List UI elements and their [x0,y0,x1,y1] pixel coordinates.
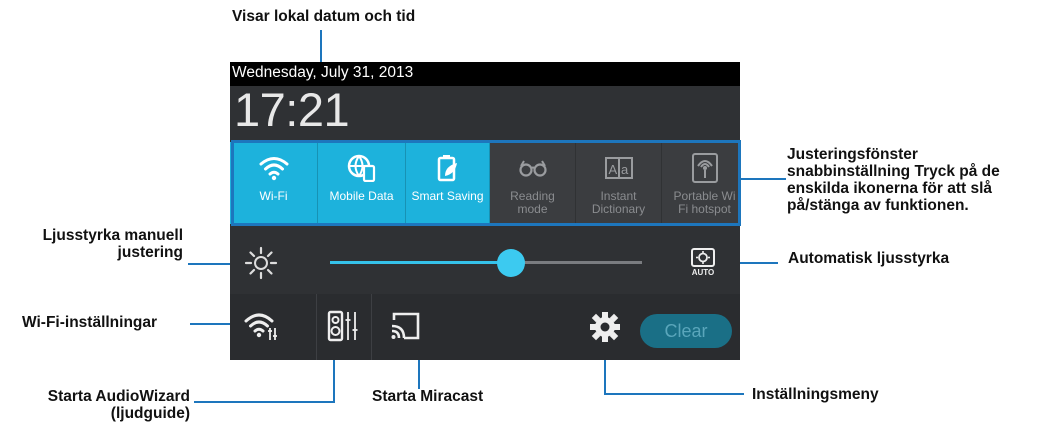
callout-brightness-manual-line1: Ljusstyrka manuell [42,227,183,244]
callout-brightness-manual: Ljusstyrka manuell justering [0,227,183,261]
callout-quick-settings-line2: snabbinställning Tryck på de [787,163,1000,180]
leader-line-quick-settings [738,178,786,180]
brightness-icon [244,246,278,280]
callout-audiowizard-line2: (ljudguide) [110,405,190,422]
miracast-icon [391,312,420,340]
divider [316,294,317,360]
brightness-row: AUTO [230,234,740,292]
callout-quick-settings-line1: Justeringsfönster [787,146,918,163]
wifi-settings-icon [244,313,277,340]
miracast-button[interactable] [388,310,422,344]
callout-quick-settings-line4: på/stänga av funktionen. [787,197,969,214]
leader-line-settings-h [604,393,744,395]
audiowizard-icon [327,310,358,342]
callout-audiowizard: Starta AudioWizard (ljudguide) [0,388,190,422]
audiowizard-button[interactable] [326,308,360,344]
brightness-slider-fill [330,261,511,264]
settings-button[interactable] [588,310,622,344]
date-text: Wednesday, July 31, 2013 [232,64,414,81]
callout-quick-settings-line3: enskilda ikonerna för att slå [787,180,993,197]
auto-brightness-button[interactable]: AUTO [686,246,720,280]
divider [371,294,372,360]
callout-audiowizard-line1: Starta AudioWizard [47,388,190,405]
callout-quick-settings: Justeringsfönster snabbinställning Tryck… [787,146,1000,214]
callout-auto-brightness: Automatisk ljusstyrka [788,250,950,267]
quick-settings-highlight-frame [231,140,741,226]
callout-brightness-manual-line2: justering [117,244,183,261]
brightness-slider-handle[interactable] [496,249,525,277]
clock-text: 17:21 [234,83,350,136]
clear-button[interactable]: Clear [640,314,732,348]
wifi-settings-button[interactable] [244,310,280,342]
callout-wifi-settings: Wi-Fi-inställningar [22,314,158,331]
auto-brightness-badge: AUTO [691,268,715,277]
callout-date-time: Visar lokal datum och tid [232,8,416,25]
callout-settings-menu: Inställningsmeny [752,386,879,403]
callout-miracast: Starta Miracast [372,388,484,405]
leader-line-audiowizard-h [194,401,335,403]
settings-gear-icon [590,312,620,342]
